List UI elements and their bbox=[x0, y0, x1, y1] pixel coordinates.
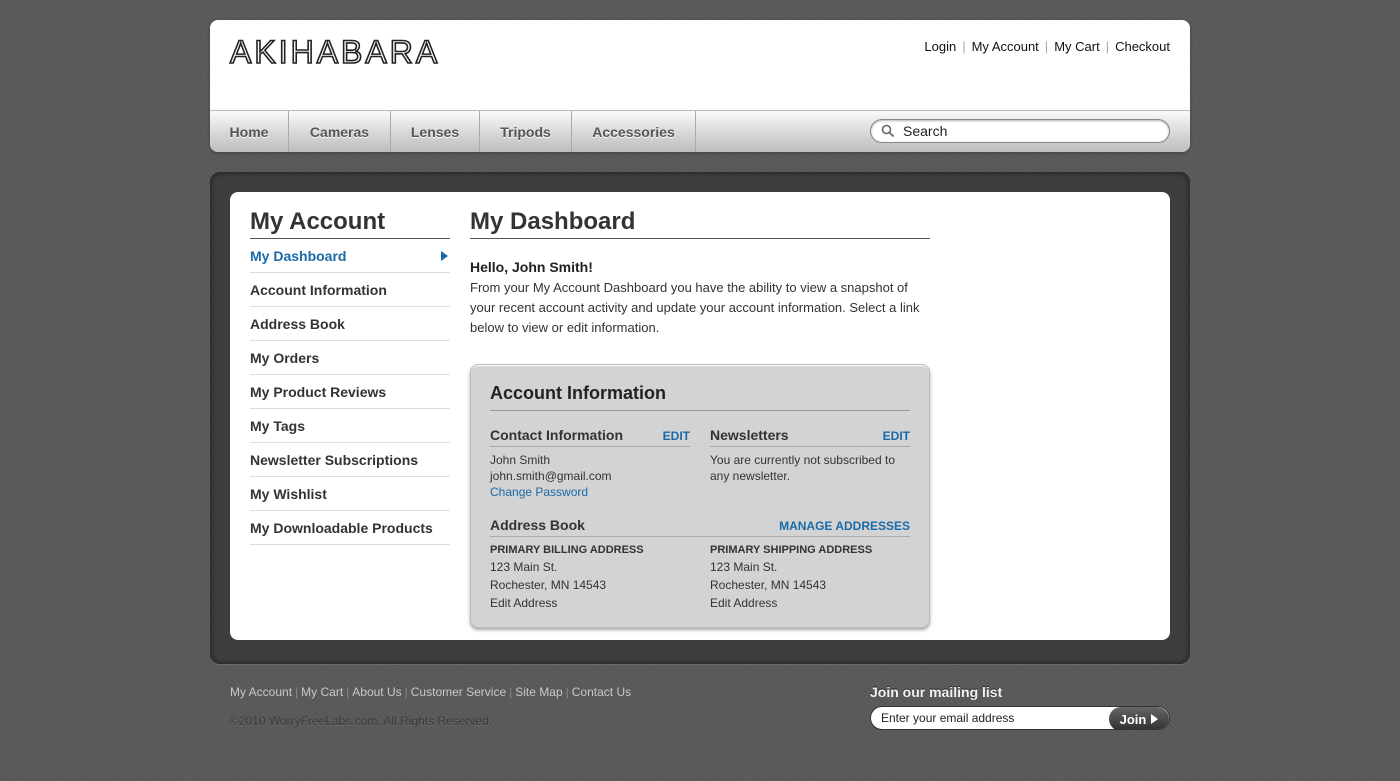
contact-email: john.smith@gmail.com bbox=[490, 469, 612, 483]
join-button[interactable]: Join bbox=[1109, 707, 1169, 729]
sidebar-item-label: My Orders bbox=[250, 349, 320, 366]
shipping-street: 123 Main St. bbox=[710, 560, 778, 574]
sidebar-item-downloadable-products[interactable]: My Downloadable Products bbox=[250, 511, 450, 545]
separator: | bbox=[346, 685, 350, 699]
separator: | bbox=[962, 39, 966, 54]
footer-customer-service-link[interactable]: Customer Service bbox=[411, 685, 506, 699]
separator: | bbox=[509, 685, 513, 699]
dashboard: My Dashboard Hello, John Smith! From you… bbox=[470, 208, 930, 628]
edit-newsletters-button[interactable]: EDIT bbox=[883, 429, 910, 443]
contact-name: John Smith bbox=[490, 453, 551, 467]
edit-contact-button[interactable]: EDIT bbox=[663, 429, 690, 443]
separator: | bbox=[565, 685, 569, 699]
sidebar-item-label: My Wishlist bbox=[250, 485, 327, 502]
nav-cameras[interactable]: Cameras bbox=[289, 111, 391, 152]
shipping-address-title: PRIMARY SHIPPING ADDRESS bbox=[710, 544, 873, 556]
separator: | bbox=[295, 685, 299, 699]
contact-info-label: Contact Information bbox=[490, 427, 623, 443]
nav-accessories[interactable]: Accessories bbox=[572, 111, 696, 152]
sidebar-item-label: Account Information bbox=[250, 281, 387, 298]
footer-my-account-link[interactable]: My Account bbox=[230, 685, 292, 699]
main-frame: My Account My Dashboard Account Informat… bbox=[210, 172, 1190, 664]
newsletter-status: You are currently not subscribed to any … bbox=[710, 452, 920, 484]
billing-address-title: PRIMARY BILLING ADDRESS bbox=[490, 544, 644, 556]
account-info-title: Account Information bbox=[490, 383, 910, 411]
sidebar-item-my-tags[interactable]: My Tags bbox=[250, 409, 450, 443]
billing-city: Rochester, MN 14543 bbox=[490, 578, 607, 592]
account-sidebar: My Account My Dashboard Account Informat… bbox=[250, 208, 450, 545]
contact-details: John Smith john.smith@gmail.com Change P… bbox=[490, 452, 690, 500]
account-info-box: Account Information Contact Information … bbox=[470, 364, 930, 628]
intro-line: below to view or edit information. bbox=[470, 320, 660, 335]
content-panel: My Account My Dashboard Account Informat… bbox=[230, 192, 1170, 640]
sidebar-title: My Account bbox=[250, 208, 450, 239]
sidebar-item-label: My Downloadable Products bbox=[250, 519, 433, 536]
site-logo[interactable]: AKIHABARA bbox=[229, 33, 440, 71]
footer-about-us-link[interactable]: About Us bbox=[352, 685, 401, 699]
email-input[interactable] bbox=[881, 711, 1101, 725]
mailing-list-form: Join bbox=[870, 706, 1170, 730]
nav-home[interactable]: Home bbox=[210, 111, 289, 152]
sidebar-item-my-dashboard[interactable]: My Dashboard bbox=[250, 239, 450, 273]
separator: | bbox=[1044, 39, 1049, 54]
change-password-link[interactable]: Change Password bbox=[490, 484, 690, 500]
sidebar-item-my-wishlist[interactable]: My Wishlist bbox=[250, 477, 450, 511]
page-title: My Dashboard bbox=[470, 208, 930, 239]
search-box bbox=[870, 119, 1170, 143]
sidebar-item-product-reviews[interactable]: My Product Reviews bbox=[250, 375, 450, 409]
nav-tripods[interactable]: Tripods bbox=[480, 111, 572, 152]
my-cart-link[interactable]: My Cart bbox=[1054, 39, 1100, 54]
greeting: Hello, John Smith! bbox=[470, 259, 593, 275]
billing-street: 123 Main St. bbox=[490, 560, 558, 574]
sidebar-item-label: My Dashboard bbox=[250, 247, 347, 264]
sidebar-item-label: Newsletter Subscriptions bbox=[250, 451, 419, 468]
sidebar-item-label: My Product Reviews bbox=[250, 383, 387, 400]
sidebar-item-my-orders[interactable]: My Orders bbox=[250, 341, 450, 375]
edit-shipping-address-link[interactable]: Edit Address bbox=[710, 594, 920, 612]
address-book-label: Address Book bbox=[490, 517, 585, 533]
footer-my-cart-link[interactable]: My Cart bbox=[301, 685, 343, 699]
footer-site-map-link[interactable]: Site Map bbox=[515, 685, 562, 699]
search-input[interactable] bbox=[903, 123, 1153, 139]
manage-addresses-link[interactable]: MANAGE ADDRESSES bbox=[779, 519, 910, 533]
newsletters-heading: Newsletters EDIT bbox=[710, 427, 910, 447]
separator: | bbox=[1105, 39, 1110, 54]
arrow-right-icon bbox=[441, 250, 448, 261]
intro-line: your recent account activity and update … bbox=[470, 300, 920, 315]
contact-info-heading: Contact Information EDIT bbox=[490, 427, 690, 447]
checkout-link[interactable]: Checkout bbox=[1115, 39, 1170, 54]
site-header: AKIHABARA Login | My Account | My Cart | Check… bbox=[210, 20, 1190, 152]
sidebar-item-label: Address Book bbox=[250, 315, 345, 332]
search-icon bbox=[881, 124, 895, 138]
sidebar-item-label: My Tags bbox=[250, 417, 305, 434]
billing-address: PRIMARY BILLING ADDRESS 123 Main St. Roc… bbox=[490, 542, 700, 612]
mailing-list-title: Join our mailing list bbox=[870, 684, 1003, 700]
nav-lenses[interactable]: Lenses bbox=[391, 111, 480, 152]
newsletter-line: any newsletter. bbox=[710, 469, 791, 483]
sidebar-item-newsletter-subscriptions[interactable]: Newsletter Subscriptions bbox=[250, 443, 450, 477]
intro-line: From your My Account Dashboard you have … bbox=[470, 280, 908, 295]
footer-contact-us-link[interactable]: Contact Us bbox=[572, 685, 631, 699]
newsletter-line: You are currently not subscribed to bbox=[710, 453, 895, 467]
login-link[interactable]: Login bbox=[924, 39, 956, 54]
shipping-city: Rochester, MN 14543 bbox=[710, 578, 827, 592]
separator: | bbox=[404, 685, 408, 699]
intro-text: From your My Account Dashboard you have … bbox=[470, 278, 930, 338]
my-account-link[interactable]: My Account bbox=[972, 39, 1039, 54]
top-links: Login | My Account | My Cart | Checkout bbox=[924, 39, 1170, 54]
join-label: Join bbox=[1119, 711, 1147, 727]
shipping-address: PRIMARY SHIPPING ADDRESS 123 Main St. Ro… bbox=[710, 542, 920, 612]
sidebar-item-address-book[interactable]: Address Book bbox=[250, 307, 450, 341]
main-nav: Home Cameras Lenses Tripods Accessories bbox=[210, 110, 1190, 152]
address-book-heading: Address Book MANAGE ADDRESSES bbox=[490, 517, 910, 537]
edit-billing-address-link[interactable]: Edit Address bbox=[490, 594, 700, 612]
newsletters-label: Newsletters bbox=[710, 427, 789, 443]
play-arrow-icon bbox=[1151, 714, 1159, 724]
copyright: ©2010 WorryFreeLabs.com. All Rights Rese… bbox=[230, 714, 493, 728]
sidebar-item-account-information[interactable]: Account Information bbox=[250, 273, 450, 307]
footer-links: My Account | My Cart | About Us | Customer Ser… bbox=[230, 685, 631, 699]
